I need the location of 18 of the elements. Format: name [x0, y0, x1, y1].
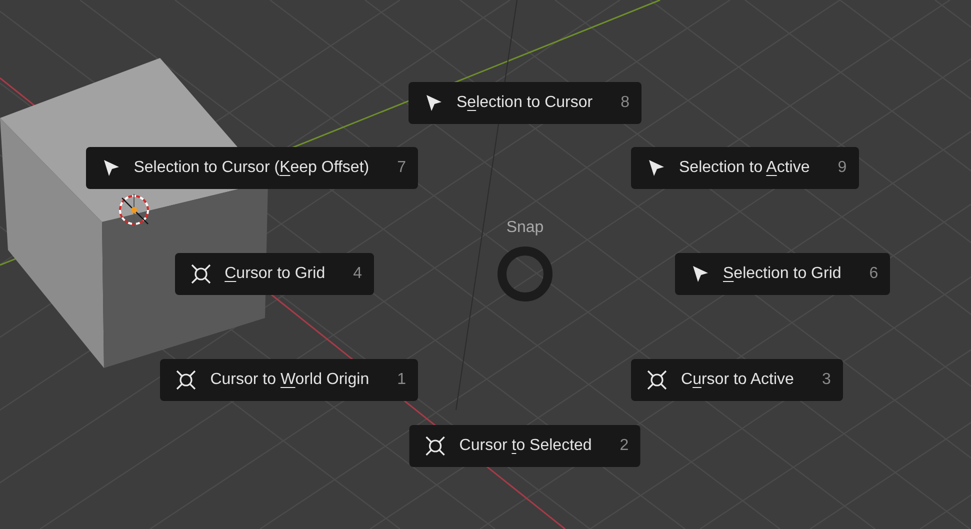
- arrow-pointer-icon: [102, 159, 120, 177]
- arrow-pointer-icon: [691, 265, 709, 283]
- pie-menu-title: Snap: [506, 219, 544, 237]
- pie-menu-item[interactable]: Cursor to Active 3: [631, 359, 843, 401]
- arrow-pointer-icon: [647, 159, 665, 177]
- crosshair-circle-icon: [647, 370, 667, 390]
- pie-menu-item[interactable]: Selection to Cursor (Keep Offset) 7: [86, 147, 418, 189]
- pie-menu-item[interactable]: Cursor to Selected 2: [409, 425, 641, 467]
- crosshair-circle-icon: [425, 436, 446, 456]
- pie-center-ring-icon: [496, 245, 554, 303]
- pie-menu-item[interactable]: Selection to Cursor 8: [408, 82, 642, 124]
- arrow-pointer-icon: [424, 94, 442, 112]
- pie-menu-item[interactable]: Cursor to World Origin 1: [160, 359, 418, 401]
- pie-menu-item[interactable]: Selection to Active 9: [631, 147, 859, 189]
- crosshair-circle-icon: [176, 370, 196, 390]
- pie-menu-item[interactable]: Selection to Grid 6: [675, 253, 890, 295]
- pie-menu-item[interactable]: Cursor to Grid 4: [174, 253, 374, 295]
- crosshair-circle-icon: [190, 264, 211, 284]
